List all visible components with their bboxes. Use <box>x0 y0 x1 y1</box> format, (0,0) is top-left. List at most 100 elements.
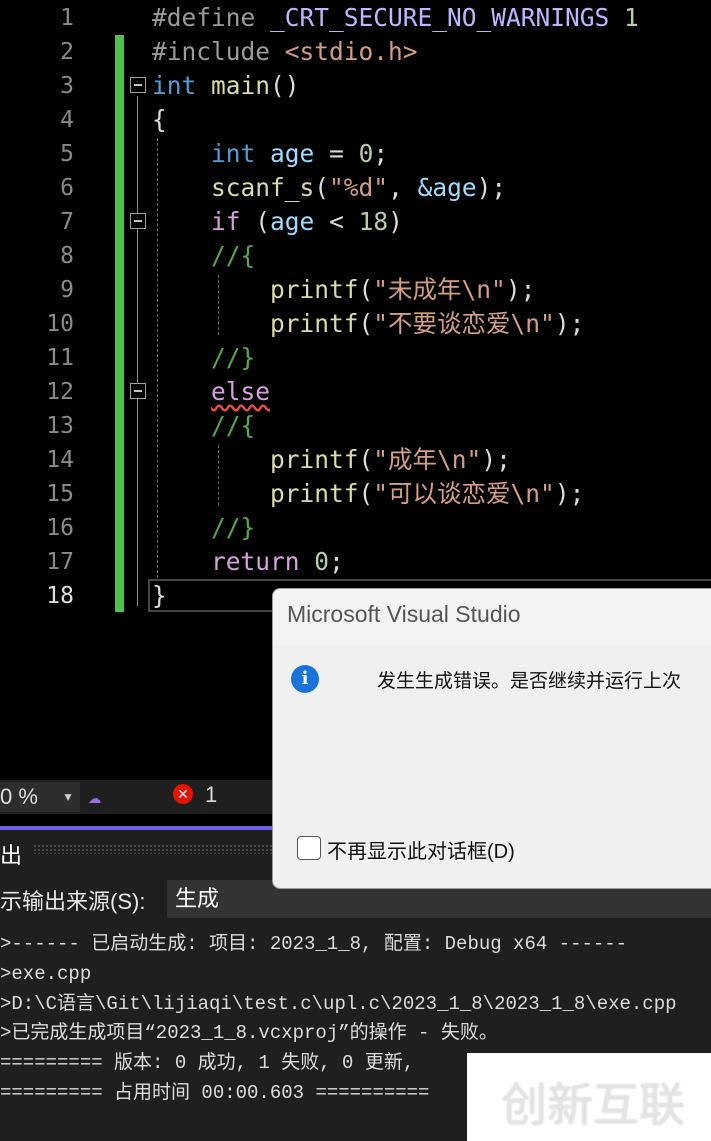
error-icon[interactable]: ✕ <box>173 784 193 804</box>
copilot-icon[interactable]: ☁ <box>88 784 101 809</box>
code-line[interactable]: int main() <box>152 69 300 103</box>
line-number: 5 <box>60 141 74 167</box>
outline-line <box>137 96 138 606</box>
dialog-title: Microsoft Visual Studio <box>287 601 521 627</box>
line-number: 2 <box>60 39 74 65</box>
code-line[interactable]: if (age < 18) <box>152 205 403 239</box>
code-token: #include <box>152 37 285 66</box>
code-token: age <box>270 139 315 168</box>
code-token: ; <box>373 139 389 168</box>
code-token: ); <box>476 173 507 202</box>
code-token: //{ <box>211 241 256 270</box>
line-number: 17 <box>46 549 74 575</box>
code-token: < <box>314 207 359 236</box>
line-number: 1 <box>60 5 74 31</box>
code-token: //} <box>211 513 256 542</box>
line-number: 11 <box>46 345 74 371</box>
line-number: 3 <box>60 73 74 99</box>
output-line: >D:\C语言\Git\lijiaqi\test.c\upl.c\2023_1_… <box>0 992 677 1015</box>
output-line: >已完成生成项目“2023_1_8.vcxproj”的操作 - 失败。 <box>0 1022 498 1045</box>
code-token: 18 <box>358 207 389 236</box>
output-line: >exe.cpp <box>0 962 92 985</box>
output-line: ========= 占用时间 00:00.603 ========== <box>0 1082 430 1104</box>
code-token: ( <box>240 207 271 236</box>
zoom-dropdown[interactable]: 0 % ▼ <box>0 782 80 812</box>
watermark: 创新互联 <box>467 1053 711 1141</box>
code-line[interactable]: printf("不要谈恋爱\n"); <box>152 307 584 341</box>
line-number: 6 <box>60 175 74 201</box>
code-token: ); <box>505 275 536 304</box>
dialog-message: 发生生成错误。是否继续并运行上次 <box>377 671 682 692</box>
code-token: //{ <box>211 411 256 440</box>
line-number: 15 <box>46 481 74 507</box>
code-token: ); <box>554 309 585 338</box>
code-line[interactable]: #include <stdio.h> <box>152 35 418 69</box>
collapse-else-icon[interactable] <box>130 383 146 399</box>
code-token: ); <box>481 445 511 474</box>
output-line: >------ 已启动生成: 项目: 2023_1_8, 配置: Debug x… <box>0 933 628 955</box>
collapse-if-icon[interactable] <box>130 213 146 229</box>
code-token: = <box>314 139 359 168</box>
code-line[interactable]: //{ <box>152 239 255 273</box>
chevron-down-icon: ▼ <box>62 790 74 804</box>
panel-drag-grip[interactable] <box>33 844 283 854</box>
code-line[interactable]: else <box>152 375 270 409</box>
code-line[interactable]: //} <box>152 511 255 545</box>
code-token: "不要谈恋爱\n" <box>373 309 555 338</box>
line-number: 14 <box>46 447 74 473</box>
code-token: _CRT_SECURE_NO_WARNINGS <box>270 3 610 32</box>
code-line[interactable]: printf("未成年\n"); <box>152 273 535 307</box>
error-count[interactable]: 1 <box>205 782 217 808</box>
code-token: age <box>270 207 315 236</box>
code-line[interactable]: printf("可以谈恋爱\n"); <box>152 477 584 511</box>
code-token: "%d" <box>329 173 389 202</box>
code-line[interactable]: { <box>152 103 167 137</box>
code-token: "成年\n" <box>373 445 482 474</box>
line-number: 13 <box>46 413 74 439</box>
code-token: <stdio.h> <box>284 37 418 66</box>
watermark-text: 创新互联 <box>501 1078 685 1132</box>
code-line[interactable]: scanf_s("%d", &age); <box>152 171 506 205</box>
code-token: scanf_s <box>211 173 315 202</box>
code-token: else <box>211 377 271 406</box>
line-number: 8 <box>60 243 74 269</box>
line-number: 9 <box>60 277 74 303</box>
zoom-value: 0 % <box>0 784 38 809</box>
code-token: ( <box>358 309 374 338</box>
code-token: 1 <box>609 3 639 32</box>
code-token: int <box>211 139 256 168</box>
code-line[interactable]: } <box>152 579 167 613</box>
code-token: , <box>388 173 418 202</box>
code-token: printf <box>270 275 359 304</box>
code-token: 0 <box>358 139 374 168</box>
line-number: 12 <box>46 379 74 405</box>
code-line[interactable]: int age = 0; <box>152 137 388 171</box>
code-token: { <box>152 105 167 134</box>
dont-show-again-label[interactable]: 不再显示此对话框(D) <box>327 835 515 864</box>
code-line[interactable]: #define _CRT_SECURE_NO_WARNINGS 1 <box>152 1 639 35</box>
code-token: #define <box>152 3 271 32</box>
message-dialog: Microsoft Visual Studio i 发生生成错误。是否继续并运行… <box>272 588 711 889</box>
code-line[interactable]: printf("成年\n"); <box>152 443 511 477</box>
dont-show-again-checkbox[interactable] <box>297 836 321 860</box>
code-line[interactable]: //{ <box>152 409 255 443</box>
code-line[interactable]: return 0; <box>152 545 344 579</box>
code-line[interactable]: //} <box>152 341 255 375</box>
code-token: "未成年\n" <box>373 275 506 304</box>
output-source-label: 示输出来源(S): <box>0 889 146 914</box>
code-token: ( <box>358 275 374 304</box>
collapse-main-icon[interactable] <box>130 77 146 93</box>
code-token: return <box>211 547 300 576</box>
code-token: } <box>152 581 167 610</box>
line-number: 16 <box>46 515 74 541</box>
